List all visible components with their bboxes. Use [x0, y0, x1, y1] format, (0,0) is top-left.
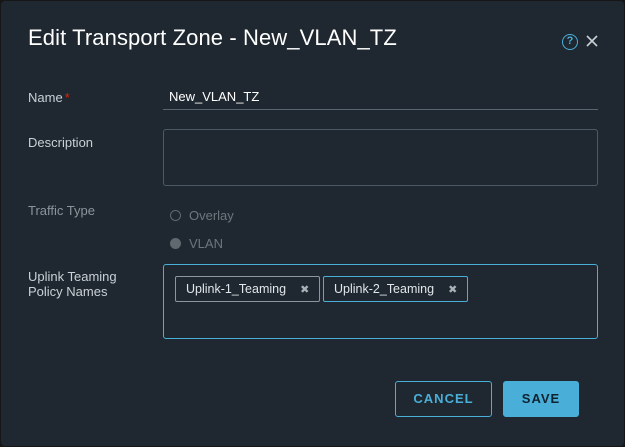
teaming-chip-1-label: Uplink-1_Teaming — [186, 282, 287, 296]
name-label: Name * — [28, 90, 70, 105]
teaming-chip-2-label: Uplink-2_Teaming — [334, 282, 435, 296]
uplink-teaming-label-line1: Uplink Teaming — [28, 269, 117, 284]
teaming-chip-2[interactable]: Uplink-2_Teaming ✖ — [323, 276, 469, 302]
radio-vlan-circle — [170, 238, 181, 249]
radio-overlay-circle — [170, 210, 181, 221]
uplink-teaming-input[interactable]: Uplink-1_Teaming ✖ Uplink-2_Teaming ✖ — [163, 264, 598, 339]
chip-remove-icon[interactable]: ✖ — [300, 283, 309, 296]
radio-vlan[interactable]: VLAN — [170, 236, 223, 251]
uplink-teaming-label: Uplink Teaming Policy Names — [28, 269, 117, 299]
cancel-button[interactable]: CANCEL — [395, 381, 492, 417]
uplink-teaming-label-line2: Policy Names — [28, 284, 108, 299]
required-marker: * — [64, 90, 70, 105]
teaming-chip-1[interactable]: Uplink-1_Teaming ✖ — [175, 276, 321, 302]
name-input[interactable] — [163, 84, 598, 110]
close-icon[interactable] — [585, 33, 599, 49]
description-textarea[interactable] — [163, 129, 598, 186]
traffic-type-label: Traffic Type — [28, 203, 95, 218]
description-label: Description — [28, 135, 94, 150]
radio-overlay[interactable]: Overlay — [170, 208, 234, 223]
radio-vlan-label: VLAN — [189, 236, 223, 251]
dialog-title: Edit Transport Zone - New_VLAN_TZ — [28, 25, 397, 50]
help-icon[interactable]: ? — [562, 34, 578, 50]
chip-remove-icon[interactable]: ✖ — [448, 283, 457, 296]
edit-transport-zone-dialog: Edit Transport Zone - New_VLAN_TZ ? Name… — [1, 1, 624, 446]
save-button[interactable]: SAVE — [503, 381, 579, 417]
radio-overlay-label: Overlay — [189, 208, 234, 223]
name-label-text: Name — [28, 90, 63, 105]
